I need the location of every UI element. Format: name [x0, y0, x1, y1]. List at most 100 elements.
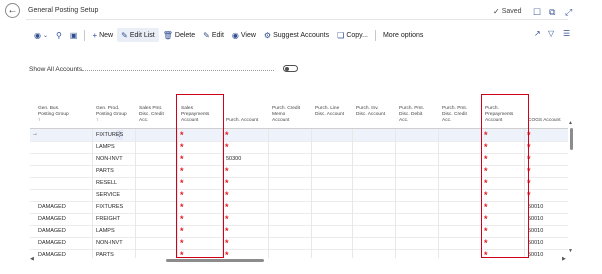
gear-icon: ⚙ [263, 30, 272, 40]
purch-account-cell[interactable]: 50300 [226, 156, 241, 162]
purch-prepayments-highlight [481, 94, 529, 258]
suggest-accounts-button[interactable]: ⚙ Suggest Accounts [260, 28, 333, 42]
column-divider [438, 129, 439, 258]
required-field-marker: * [225, 214, 229, 224]
cogs-account-cell[interactable]: 50010 [528, 216, 543, 222]
list-settings-button[interactable]: ☰ [563, 29, 570, 38]
filter-icon: ▽ [548, 29, 555, 38]
collapse-button[interactable]: ⤢ [565, 7, 572, 18]
gen-prod-posting-group-cell[interactable]: FIXTURES [96, 132, 123, 138]
column-divider [135, 129, 136, 258]
bookmark-icon: ☐ [533, 7, 542, 17]
column-header[interactable]: Purch. Pmt. Disc. Debit Acc. [399, 106, 424, 124]
column-header[interactable]: Sales Pmt. Disc. Credit Acc. [139, 106, 164, 124]
required-field-marker: * [225, 190, 229, 200]
scroll-left-arrow[interactable]: ◀ [30, 256, 34, 262]
cogs-account-cell[interactable]: 50010 [528, 228, 543, 234]
gen-bus-posting-group-cell[interactable]: DAMAGED [38, 204, 66, 210]
cogs-account-cell[interactable]: 50010 [528, 240, 543, 246]
column-header[interactable]: Purch. Inv. Disc. Account [356, 106, 385, 118]
toolbar-divider [84, 29, 86, 41]
more-options-button[interactable]: More options [379, 28, 427, 42]
gen-prod-posting-group-cell[interactable]: LAMPS [96, 228, 115, 234]
back-button[interactable]: ← [5, 3, 20, 18]
copy-button[interactable]: ❏ Copy... [333, 28, 372, 42]
edit-button[interactable]: ✎ Edit [199, 28, 228, 42]
vertical-scrollbar-thumb[interactable] [570, 128, 573, 150]
view-button[interactable]: ◉ View [228, 28, 260, 42]
toolbar-divider [374, 29, 376, 41]
plus-icon: + [92, 30, 98, 40]
scroll-right-arrow[interactable]: ▶ [562, 256, 566, 262]
gen-prod-posting-group-cell[interactable]: PARTS [96, 168, 114, 174]
open-new-window-button[interactable]: ⧉ [549, 7, 555, 18]
share-icon: ↗ [534, 29, 541, 38]
cogs-account-cell[interactable]: 50010 [528, 204, 543, 210]
delete-button[interactable]: 🗑 Delete [159, 28, 199, 42]
required-field-marker: * [225, 166, 229, 176]
column-header[interactable]: Purch. Account [226, 118, 258, 124]
gen-bus-posting-group-cell[interactable]: DAMAGED [38, 216, 66, 222]
column-divider [395, 129, 396, 258]
view-mode-button[interactable]: ◉ ⌄ [30, 28, 52, 42]
required-field-marker: * [225, 226, 229, 236]
copy-icon: ❏ [337, 30, 345, 40]
check-icon: ✓ [493, 7, 500, 16]
trash-icon: 🗑 [162, 30, 173, 40]
required-field-marker: * [225, 130, 229, 140]
gen-prod-posting-group-cell[interactable]: FREIGHT [96, 216, 120, 222]
collapse-icon: ⤢ [565, 7, 573, 17]
page-title: General Posting Setup [28, 7, 99, 14]
search-icon: ⚲ [56, 30, 62, 40]
gen-bus-posting-group-cell[interactable]: DAMAGED [38, 240, 66, 246]
scroll-down-arrow[interactable]: ▼ [568, 248, 573, 254]
share-icon: ▣ [69, 30, 78, 40]
gen-bus-posting-group-cell[interactable]: DAMAGED [38, 252, 66, 258]
gen-prod-posting-group-cell[interactable]: NON-INVT [96, 156, 123, 162]
arrow-left-icon: ← [7, 5, 18, 16]
gen-prod-posting-group-cell[interactable]: RESELL [96, 180, 117, 186]
current-row-arrow-icon: → [32, 131, 38, 137]
open-new-window-icon: ⧉ [549, 7, 556, 17]
gen-bus-posting-group-cell[interactable]: DAMAGED [38, 228, 66, 234]
share-page-button[interactable]: ↗ [534, 29, 541, 38]
eye-icon: ◉ [34, 30, 41, 40]
column-header[interactable]: Purch. Credit Memo Account [272, 106, 300, 124]
column-header[interactable]: Gen. Bus. Posting Group ↑ [38, 106, 69, 124]
show-all-accounts-label: Show All Accounts [29, 66, 83, 73]
column-header[interactable]: Gen. Prod. Posting Group ↑ [96, 106, 127, 124]
pencil-icon: ✎ [203, 30, 210, 40]
header-divider [26, 19, 568, 20]
edit-list-icon: ✎ [121, 30, 128, 40]
filter-button[interactable]: ▽ [548, 29, 554, 38]
scroll-up-arrow[interactable]: ▲ [568, 120, 573, 126]
column-divider [311, 129, 312, 258]
action-bar: ◉ ⌄ ⚲ ▣ + New ✎ Edit List 🗑 Delete ✎ Edit ◉ Vi… [30, 27, 427, 43]
gen-prod-posting-group-cell[interactable]: PARTS [96, 252, 114, 258]
required-field-marker: * [225, 142, 229, 152]
required-field-marker: * [225, 238, 229, 248]
gen-prod-posting-group-cell[interactable]: NON-INVT [96, 240, 123, 246]
gen-prod-posting-group-cell[interactable]: LAMPS [96, 144, 115, 150]
edit-list-button[interactable]: ✎ Edit List [117, 28, 159, 42]
saved-status: ✓ Saved [493, 7, 522, 16]
share-button[interactable]: ▣ [66, 28, 82, 42]
list-icon: ☰ [563, 29, 571, 38]
column-header[interactable]: Purch. Pmt. Disc. Credit Acc. [442, 106, 467, 124]
search-button[interactable]: ⚲ [52, 28, 66, 42]
column-divider [92, 129, 93, 258]
bookmark-button[interactable]: ☐ [533, 7, 541, 18]
show-all-accounts-toggle[interactable] [283, 65, 298, 72]
required-field-marker: * [225, 178, 229, 188]
gen-prod-posting-group-cell[interactable]: FIXTURES [96, 204, 123, 210]
gen-prod-posting-group-cell[interactable]: SERVICE [96, 192, 120, 198]
column-header[interactable]: Purch. Line Disc. Account [315, 106, 344, 118]
chevron-down-icon: ⌄ [42, 32, 49, 39]
horizontal-scrollbar-thumb[interactable] [166, 259, 264, 262]
posting-setup-grid: Gen. Bus. Posting Group ↑ Gen. Prod. Pos… [30, 92, 568, 258]
cogs-account-cell[interactable]: 50010 [528, 252, 543, 258]
column-header[interactable]: COGS Account [528, 118, 561, 124]
new-button[interactable]: + New [88, 28, 117, 42]
required-field-marker: * [225, 250, 229, 258]
column-divider [268, 129, 269, 258]
